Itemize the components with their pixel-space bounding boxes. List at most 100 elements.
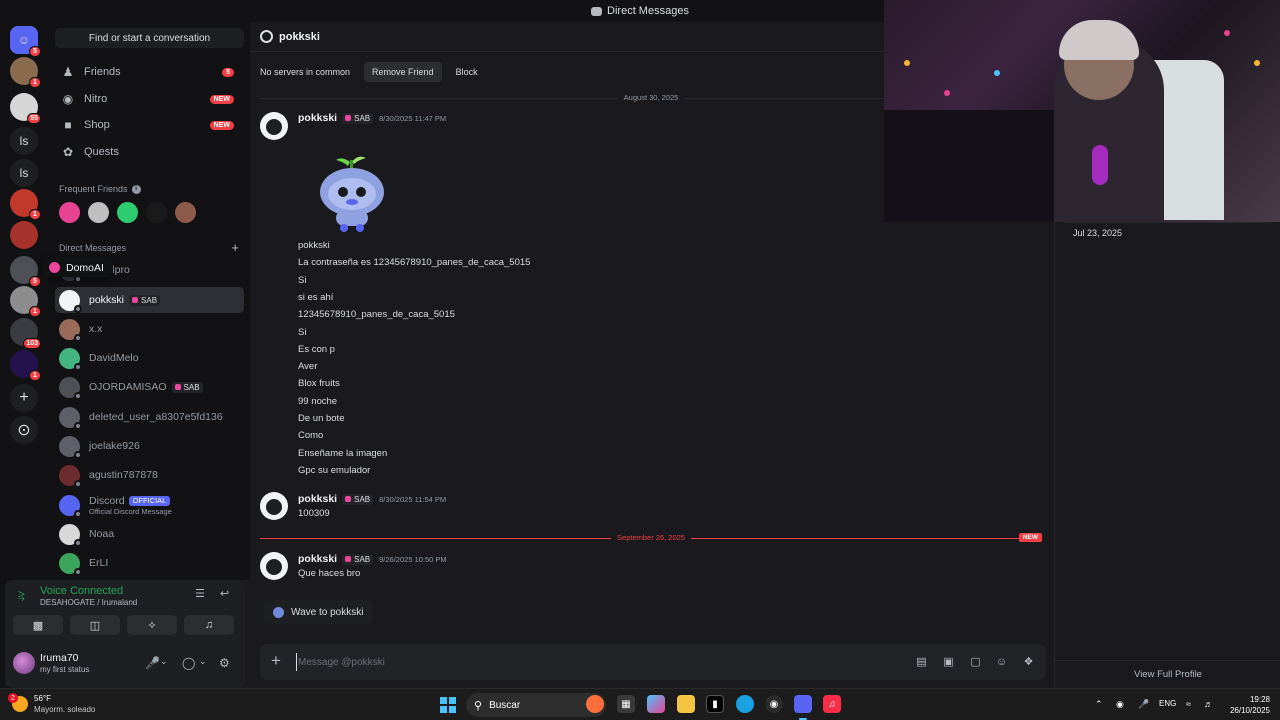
message-line: La contraseña es 12345678910_panes_de_ca… (298, 257, 531, 269)
user-name[interactable]: Iruma70 (40, 652, 79, 664)
task-view-icon[interactable]: ▦ (617, 695, 635, 713)
webcam-light (944, 90, 950, 96)
start-button[interactable] (440, 697, 456, 713)
add-server-button[interactable]: + (10, 384, 38, 412)
remove-friend-button[interactable]: Remove Friend (364, 62, 442, 82)
signal-icon[interactable]: ⥸ (18, 588, 25, 603)
nav-nitro[interactable]: ◉ Nitro NEW (55, 86, 244, 112)
terminal-icon[interactable]: ▮ (706, 695, 724, 713)
mic-chevron-icon[interactable]: ⌄ (160, 656, 168, 667)
nav-shop[interactable]: ■ Shop NEW (55, 112, 244, 138)
dm-item[interactable]: Noaa (55, 521, 244, 547)
dm-item[interactable]: agustin787878 (55, 462, 244, 488)
server-icon[interactable]: 1 (10, 189, 41, 220)
server-icon[interactable]: 103 (10, 318, 41, 349)
microphone-icon[interactable]: 🎤 (145, 656, 160, 670)
noise-suppression-icon[interactable]: ☰ (195, 587, 205, 600)
disconnect-icon[interactable]: ↩ (220, 587, 229, 600)
tray-app-icon[interactable]: ◉ (1116, 699, 1124, 710)
wumpus-sticker[interactable] (310, 150, 396, 236)
frequent-friend-avatar[interactable] (59, 202, 80, 223)
message-avatar[interactable] (260, 492, 288, 520)
create-dm-icon[interactable]: + (231, 240, 239, 255)
headphones-chevron-icon[interactable]: ⌄ (199, 656, 207, 667)
user-avatar[interactable] (13, 652, 35, 674)
wifi-icon[interactable]: ≈ (1186, 699, 1191, 709)
file-explorer-icon[interactable] (677, 695, 695, 713)
guild-tag-label: SAB (354, 113, 371, 123)
dm-name-row: joelake926 (89, 440, 140, 452)
message-line: Blox fruits (298, 378, 340, 390)
dm-item[interactable]: pokkski SAB (55, 287, 244, 313)
nav-quests[interactable]: ✿ Quests (55, 139, 244, 165)
emoji-icon[interactable]: ☺ (995, 655, 1008, 668)
music-app-icon[interactable]: ♫ (823, 695, 841, 713)
volume-icon[interactable]: ♬ (1204, 699, 1213, 709)
dm-item[interactable]: ErLI (55, 550, 244, 576)
wave-button[interactable]: Wave to pokkski (264, 600, 373, 624)
headphones-icon[interactable]: ◯ (182, 656, 195, 670)
server-icon[interactable]: 5 (10, 256, 41, 287)
dm-name-row: ErLI (89, 557, 108, 569)
server-icon[interactable] (10, 221, 38, 249)
server-icon[interactable]: ls (10, 127, 38, 155)
tray-mic-icon[interactable]: 🎤 (1138, 699, 1149, 710)
chat-header-name[interactable]: pokkski (279, 31, 320, 43)
server-icon[interactable]: 55 (10, 93, 41, 124)
server-icon[interactable]: 1 (10, 286, 41, 317)
dm-item[interactable]: deleted_user_a8307e5fd136 (55, 404, 244, 430)
webcam-light (1224, 30, 1230, 36)
view-full-profile-button[interactable]: View Full Profile (1055, 660, 1280, 680)
webcam-microphone (1092, 145, 1108, 185)
server-icon[interactable]: 1 (10, 350, 41, 381)
frequent-friend-avatar[interactable] (146, 202, 167, 223)
attach-plus-icon[interactable]: + (268, 651, 284, 670)
dm-item[interactable]: x.x (55, 316, 244, 342)
domoai-icon (49, 262, 60, 273)
obs-icon[interactable]: ◉ (765, 695, 783, 713)
taskbar-search[interactable]: ⚲ Buscar (466, 693, 606, 717)
friend-info-bar: No servers in common Remove Friend Block (260, 62, 486, 82)
soundboard-button[interactable]: ♫ (184, 615, 234, 635)
message-author[interactable]: pokkski (298, 112, 337, 124)
language-indicator[interactable]: ENG (1159, 699, 1176, 708)
user-status[interactable]: my first status (40, 665, 89, 674)
message-avatar[interactable] (260, 112, 288, 140)
server-icon[interactable]: ls (10, 159, 38, 187)
gift-icon[interactable]: ▤ (915, 655, 928, 668)
message-author[interactable]: pokkski (298, 553, 337, 565)
camera-button[interactable]: ▩ (13, 615, 63, 635)
activities-button[interactable]: ✧ (127, 615, 177, 635)
tray-chevron-icon[interactable]: ⌃ (1095, 699, 1103, 710)
message-input[interactable] (296, 653, 896, 671)
screen-share-button[interactable]: ◫ (70, 615, 120, 635)
weather-widget[interactable]: 2 56°F Mayorm. soleado (8, 693, 95, 715)
message-author[interactable]: pokkski (298, 493, 337, 505)
discover-button[interactable]: ⊙ (10, 416, 38, 444)
dm-item[interactable]: DavidMelo (55, 345, 244, 371)
discord-taskbar-icon[interactable] (794, 695, 812, 713)
nav-friends[interactable]: ♟ Friends 5 (55, 59, 244, 85)
pumpkin-app-icon[interactable] (586, 695, 604, 713)
edge-browser-icon[interactable] (736, 695, 754, 713)
dm-item[interactable]: Discord OFFICIAL Official Discord Message (55, 492, 244, 518)
gif-icon[interactable]: ▣ (942, 655, 955, 668)
voice-status[interactable]: Voice Connected (40, 585, 123, 597)
home-button[interactable]: ☺ 5 (10, 26, 41, 57)
frequent-friend-avatar[interactable] (117, 202, 138, 223)
copilot-icon[interactable] (647, 695, 665, 713)
server-icon[interactable]: 1 (10, 57, 41, 88)
frequent-friend-avatar[interactable] (175, 202, 196, 223)
frequent-friend-avatar[interactable] (88, 202, 109, 223)
block-button[interactable]: Block (448, 62, 486, 82)
settings-gear-icon[interactable]: ⚙ (219, 656, 230, 670)
voice-channel[interactable]: DESAHOGATE / Irumaland (40, 598, 137, 607)
message-avatar[interactable] (260, 552, 288, 580)
dm-item[interactable]: OJORDAMISAO SAB (55, 374, 244, 400)
find-conversation-button[interactable]: Find or start a conversation (55, 28, 244, 48)
member-since-date: Jul 23, 2025 (1073, 228, 1123, 238)
apps-icon[interactable]: ❖ (1022, 655, 1035, 668)
sticker-icon[interactable]: ▢ (969, 655, 982, 668)
taskbar-clock[interactable]: 19:28 26/10/2025 (1230, 694, 1270, 716)
dm-item[interactable]: joelake926 (55, 433, 244, 459)
